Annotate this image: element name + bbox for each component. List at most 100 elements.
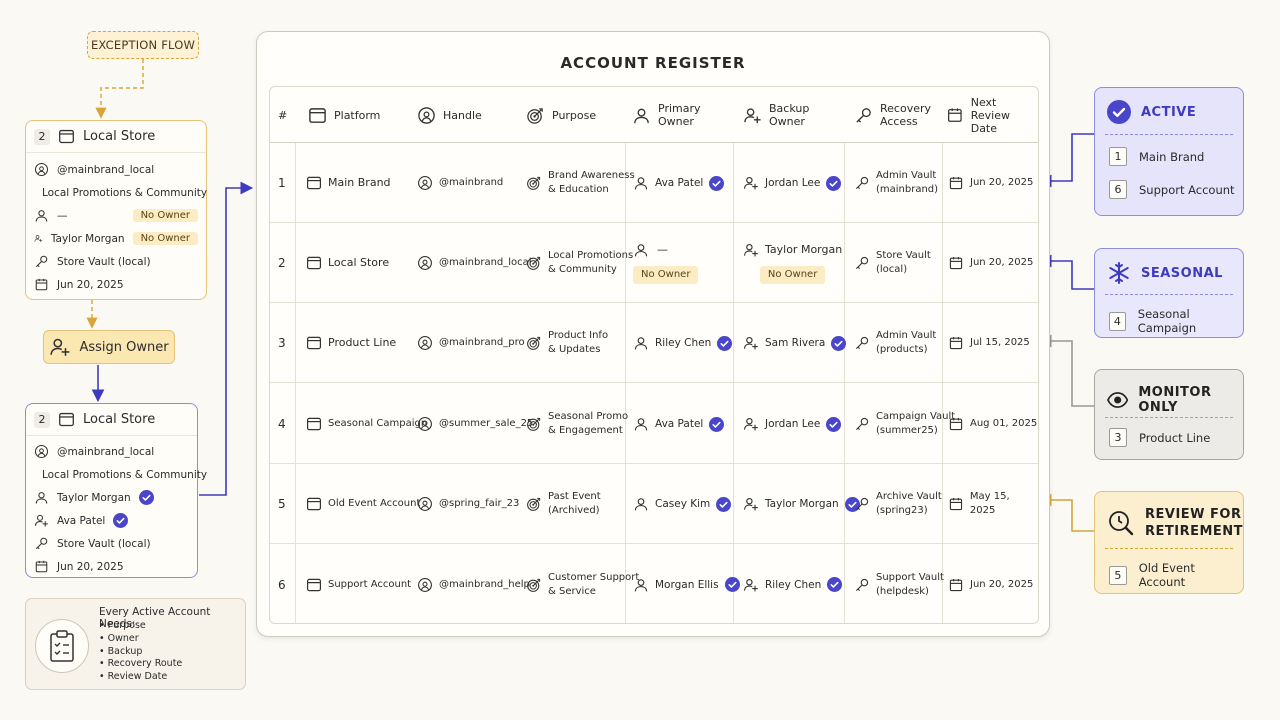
key-icon [854,175,870,191]
status-item: 1 Main Brand [1109,147,1204,166]
row-platform: Old Event Account [306,464,420,544]
row-next-review: May 15, 2025 [948,464,1038,544]
calendar-icon [948,255,964,271]
row-recovery-access: Store Vault (local) [854,223,931,303]
status-active: ACTIVE 1 Main Brand 6 Support Account [1094,87,1244,216]
card-handle: @mainbrand_local [57,445,155,458]
status-review-header: REVIEW FOR RETIREMENT [1107,506,1243,540]
snowflake-icon [1109,262,1129,284]
status-active-header: ACTIVE [1107,100,1196,124]
card-recovery: Store Vault (local) [57,537,151,550]
header-recovery-access: Recovery Access [854,87,931,143]
window-icon [306,335,322,351]
check-icon [138,490,154,505]
requirement-item: Purpose [99,620,182,633]
row-platform: Main Brand [306,143,391,223]
row-primary-owner: Ava Patel [633,143,725,223]
card-primary: — [57,209,68,222]
status-title: RETIREMENT [1145,524,1244,539]
header-handle: Handle [417,87,482,143]
status-title: SEASONAL [1141,265,1223,281]
requirements-list: Purpose Owner Backup Recovery Route Revi… [99,620,183,684]
check-icon [826,416,842,432]
card-recovery-row: Store Vault (local) [26,532,197,555]
row-number: 5 [278,497,286,511]
status-monitor-only: MONITOR ONLY 3 Product Line [1094,369,1244,460]
row-backup-owner: Sam Rivera [743,303,847,383]
user-icon [417,416,433,432]
row-purpose: Local Promotions & Community [526,223,633,303]
row-handle: @spring_fair_23 [417,464,519,544]
card-review-row: Jun 20, 2025 [26,273,206,296]
user-icon [417,496,433,512]
window-icon [306,255,322,271]
calendar-icon [34,559,49,574]
card-handle-row: @mainbrand_local [26,440,197,463]
card-backup-row: Taylor Morgan No Owner [26,227,206,250]
check-icon [826,175,842,191]
table-header: # Platform Handle Purpose Primary Owner B… [270,87,1038,143]
user-icon [633,416,649,432]
user-plus-icon [743,577,759,593]
calendar-icon [948,496,964,512]
user-icon [633,577,649,593]
card-backup: Ava Patel [57,514,106,527]
row-purpose: Seasonal Promo & Engagement [526,384,628,464]
row-purpose: Past Event (Archived) [526,464,601,544]
user-icon [417,577,433,593]
row-number: 3 [278,336,286,350]
user-icon [633,242,649,258]
user-icon [417,255,433,271]
row-platform: Local Store [306,223,389,303]
card-purpose: Local Promotions & Community [42,186,208,199]
calendar-icon [948,577,964,593]
row-backup-owner: Jordan Lee [743,143,842,223]
card-review: Jun 20, 2025 [57,560,124,573]
exception-flow-tag: EXCEPTION FLOW [87,31,199,59]
status-review-for-retirement: REVIEW FOR RETIREMENT 5 Old Event Account [1094,491,1244,594]
row-next-review: Jun 20, 2025 [948,223,1033,303]
requirement-item: Owner [99,633,182,646]
user-icon [34,444,49,459]
clipboard-icon [35,619,89,673]
header-primary-owner: Primary Owner [632,87,701,143]
row-backup-owner: Taylor Morgan [743,464,860,544]
eye-icon [1107,392,1129,408]
row-platform: Support Account [306,544,411,624]
card-number: 2 [34,411,50,428]
target-icon [526,416,542,432]
window-icon [308,106,327,125]
no-owner-badge: No Owner [759,266,826,284]
user-icon [633,496,649,512]
card-backup: Taylor Morgan [50,232,125,245]
table-row: 3 Product Line @mainbrand_pro Product In… [270,303,1038,383]
user-icon [417,175,433,191]
card-handle: @mainbrand_local [57,163,155,176]
check-icon [709,416,725,432]
header-platform: Platform [308,87,380,143]
status-title: ACTIVE [1141,104,1197,120]
table-row: 5 Old Event Account @spring_fair_23 Past… [270,464,1038,544]
calendar-icon [948,416,964,432]
user-plus-icon [34,513,49,528]
user-plus-icon [49,336,71,358]
card-header: 2 Local Store [26,121,206,153]
row-platform: Product Line [306,303,396,383]
table-row: 2 Local Store @mainbrand_local Local Pro… [270,223,1038,303]
target-icon [526,255,542,271]
key-icon [854,496,870,512]
calendar-icon [34,277,49,292]
user-plus-icon [743,242,759,258]
key-icon [34,254,49,269]
window-icon [306,175,322,191]
status-seasonal-header: SEASONAL [1107,261,1223,285]
card-primary-row: Taylor Morgan [26,486,197,509]
check-icon [113,513,129,528]
card-recovery-row: Store Vault (local) [26,250,206,273]
register-table: # Platform Handle Purpose Primary Owner B… [269,86,1039,624]
row-primary-owner: Morgan Ellis [633,544,740,623]
requirement-item: Review Date [99,671,182,684]
row-next-review: Jul 15, 2025 [948,303,1030,383]
row-recovery-access: Support Vault (helpdesk) [854,544,944,623]
row-primary-owner: Riley Chen [633,303,733,383]
